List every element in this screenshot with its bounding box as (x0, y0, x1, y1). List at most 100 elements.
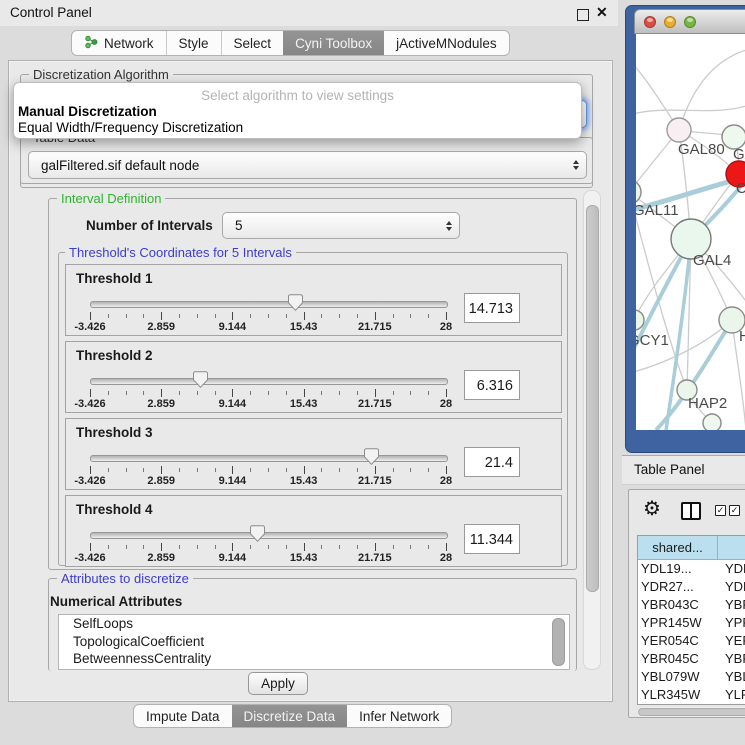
tab-infer-network[interactable]: Infer Network (347, 705, 451, 727)
popup-option-manual-discretization[interactable]: Manual Discretization (17, 104, 578, 119)
settings-scrollbar-thumb[interactable] (586, 205, 599, 592)
threshold-value-field[interactable]: 6.316 (464, 370, 520, 400)
cell-shared-name: YPR145W (638, 614, 718, 632)
attribute-list-item[interactable]: BetweennessCentrality (59, 650, 569, 668)
group-label: Discretization Algorithm (29, 67, 173, 82)
table-row[interactable]: YLR345W YLR345W (638, 686, 745, 704)
network-view-window[interactable]: GAL80 GA C GAL11 GAL4 GCY1 H HAP2 (625, 5, 745, 453)
cell-name: YPR145W (718, 614, 745, 632)
cell-shared-name: YIL052C (638, 704, 718, 705)
threshold-value-field[interactable]: 14.713 (464, 293, 520, 323)
node-label-gcy1: GCY1 (636, 332, 669, 349)
table-row[interactable]: YBR043C YBR043C (638, 596, 745, 614)
tab-style[interactable]: Style (166, 31, 221, 55)
tick-label: 15.43 (290, 552, 318, 564)
node-label-ga: GA (733, 146, 745, 163)
table-hscrollbar-thumb[interactable] (638, 708, 745, 716)
numerical-attributes-list: SelfLoopsTopologicalCoefficientBetweenne… (58, 614, 570, 670)
table-row[interactable]: YBL079W YBL079W (638, 668, 745, 686)
tab-label: jActiveMNodules (396, 36, 497, 51)
slider-tick-labels: -3.4262.8599.14415.4321.71528 (90, 321, 446, 333)
table-hscrollbar-track[interactable] (637, 707, 745, 717)
node-gal80[interactable] (667, 118, 691, 142)
tick-label: 28 (440, 475, 452, 487)
attributes-scrollbar-thumb[interactable] (552, 618, 565, 666)
threshold-value-field[interactable]: 11.344 (464, 524, 520, 554)
tick-label: 15.43 (290, 321, 318, 333)
cell-shared-name: YBR043C (638, 596, 718, 614)
threshold-slider-thumb[interactable] (288, 294, 303, 311)
popup-placeholder: Select algorithm to view settings (14, 88, 581, 103)
threshold-row: Threshold 4 -3.4262.8599.14415.4321.7152… (65, 495, 562, 567)
table-row[interactable]: YIL052C YIL052C (638, 704, 745, 705)
tab-select[interactable]: Select (221, 31, 284, 55)
column-header-shared-name[interactable]: shared... (638, 536, 718, 560)
attribute-list-item[interactable]: SelfLoops (59, 615, 569, 633)
group-label: Interval Definition (57, 191, 165, 206)
tick-label: -3.426 (74, 321, 105, 333)
tab-label: Infer Network (359, 709, 439, 724)
attribute-list-item[interactable]: TopologicalCoefficient (59, 633, 569, 651)
threshold-label: Threshold 3 (76, 425, 153, 440)
node-label-gal4: GAL4 (693, 252, 731, 269)
gear-icon[interactable]: ⚙ (643, 496, 661, 521)
close-traffic-light-icon[interactable] (644, 16, 656, 28)
threshold-label: Threshold 2 (76, 348, 153, 363)
tick-label: 9.144 (219, 475, 247, 487)
table-row[interactable]: YPR145W YPR145W (638, 614, 745, 632)
tab-label: Network (104, 36, 154, 51)
tab-label: Style (179, 36, 209, 51)
threshold-slider-thumb[interactable] (193, 371, 208, 388)
column-header-name[interactable]: name (718, 536, 745, 560)
tab-cyni-toolbox[interactable]: Cyni Toolbox (283, 31, 384, 55)
tick-label: -3.426 (74, 552, 105, 564)
tab-label: Discretize Data (244, 709, 336, 724)
table-data-combobox[interactable]: galFiltered.sif default node (28, 151, 587, 179)
minimize-traffic-light-icon[interactable] (664, 16, 676, 28)
float-window-icon[interactable] (577, 9, 589, 21)
bottom-tab-bar: Impute Data Discretize Data Infer Networ… (133, 704, 452, 728)
node-bottom[interactable] (703, 414, 721, 430)
table-row[interactable]: YBR045C YBR045C (638, 650, 745, 668)
zoom-traffic-light-icon[interactable] (684, 16, 696, 28)
tab-label: Cyni Toolbox (295, 36, 372, 51)
number-of-intervals-combobox[interactable]: 5 (222, 212, 460, 239)
cell-shared-name: YDR27... (638, 578, 718, 596)
cell-shared-name: YLR345W (638, 686, 718, 704)
group-label: Attributes to discretize (57, 571, 193, 586)
apply-button[interactable]: Apply (248, 672, 308, 695)
checkbox-icon[interactable]: ✓ (715, 505, 726, 516)
tick-label: 15.43 (290, 398, 318, 410)
tick-label: 9.144 (219, 321, 247, 333)
network-canvas[interactable]: GAL80 GA C GAL11 GAL4 GCY1 H HAP2 (636, 34, 745, 430)
slider-ticks (90, 389, 446, 398)
tick-label: 2.859 (147, 552, 175, 564)
table-panel: ⚙ ✓ ✓ shared... name YDL19... YDL19... Y… (628, 489, 745, 718)
close-icon[interactable]: ✕ (596, 4, 608, 21)
threshold-label: Threshold 4 (76, 502, 153, 517)
tick-label: 21.715 (358, 321, 392, 333)
table-row[interactable]: YER054C YER054C (638, 632, 745, 650)
tab-discretize-data[interactable]: Discretize Data (232, 705, 348, 727)
combobox-value: galFiltered.sif default node (41, 158, 199, 173)
attribute-items: SelfLoopsTopologicalCoefficientBetweenne… (59, 615, 569, 668)
tick-label: 15.43 (290, 475, 318, 487)
tab-network[interactable]: Network (72, 31, 166, 55)
split-view-icon[interactable] (681, 502, 701, 520)
cell-name: YBR045C (718, 650, 745, 668)
control-panel-titlebar: Control Panel ✕ (0, 0, 618, 26)
tick-label: 21.715 (358, 475, 392, 487)
tab-jactivemnodules[interactable]: jActiveMNodules (384, 31, 509, 55)
table-row[interactable]: YDR27... YDR27... (638, 578, 745, 596)
cell-name: YLR345W (718, 686, 745, 704)
threshold-slider-thumb[interactable] (364, 448, 379, 465)
panel-title: Control Panel (10, 5, 92, 20)
slider-ticks (90, 543, 446, 552)
threshold-value-field[interactable]: 21.4 (464, 447, 520, 477)
checkbox-icon[interactable]: ✓ (729, 505, 740, 516)
table-row[interactable]: YDL19... YDL19... (638, 560, 745, 578)
popup-option-equal-width-frequency[interactable]: Equal Width/Frequency Discretization (17, 120, 578, 135)
network-window-titlebar[interactable] (634, 9, 745, 34)
threshold-slider-thumb[interactable] (250, 525, 265, 542)
tab-impute-data[interactable]: Impute Data (134, 705, 232, 727)
